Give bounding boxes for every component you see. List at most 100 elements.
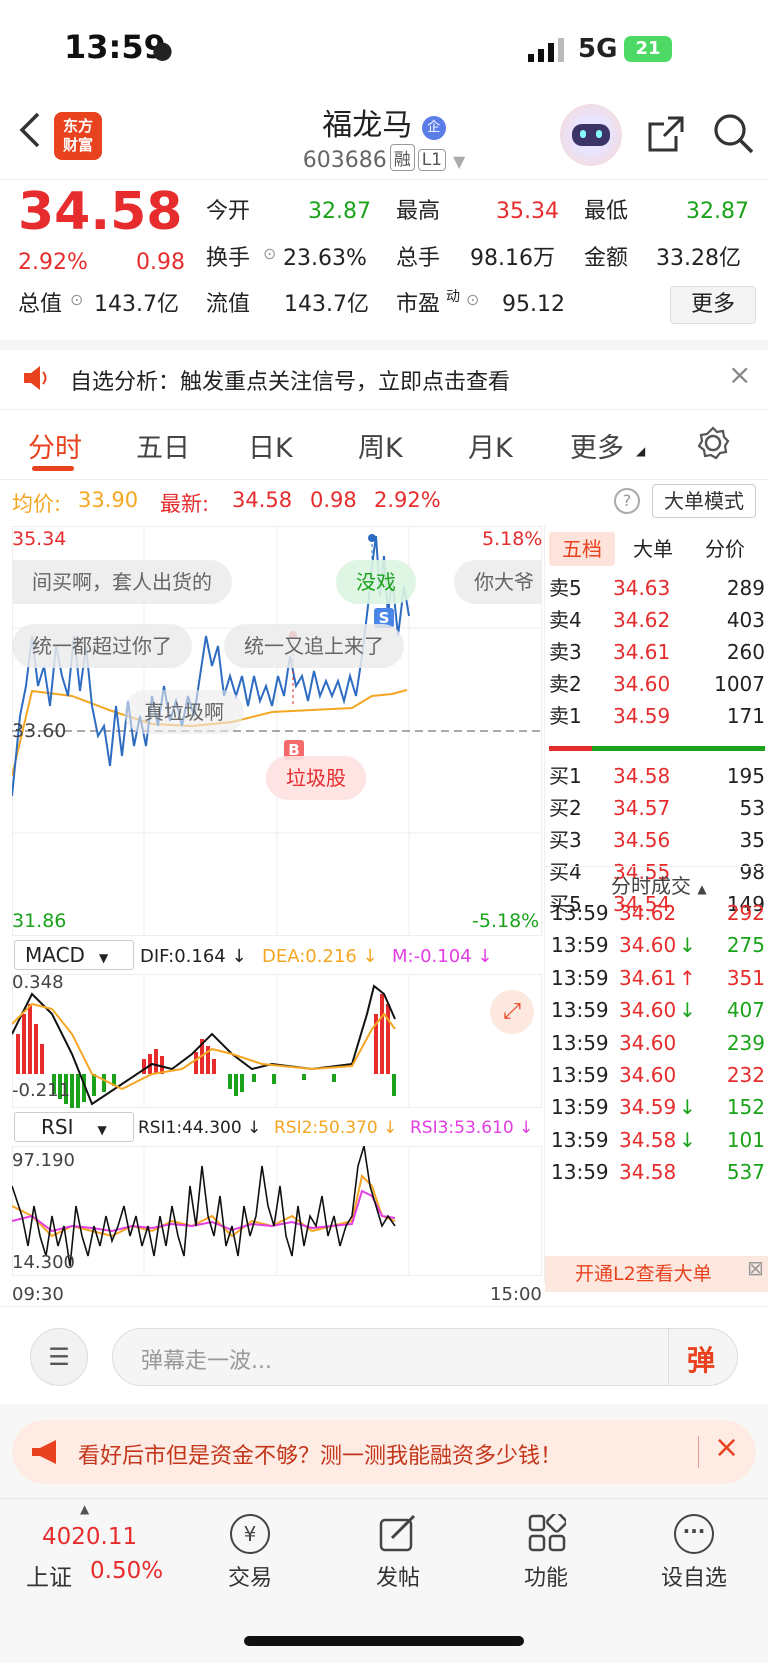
bid-ask-ratio-bar	[549, 746, 765, 751]
search-icon[interactable]	[712, 112, 756, 156]
level-price: 34.57	[613, 796, 671, 820]
bid-row[interactable]: 买3 34.56 35	[549, 824, 765, 856]
rsi1: RSI1:44.300 ↓	[138, 1118, 262, 1138]
danmaku-bubble[interactable]: 垃圾股	[266, 756, 366, 800]
low-label: 最低	[584, 199, 629, 224]
collapse-arrow-icon[interactable]: ▲	[80, 1502, 89, 1516]
caret-icon: ◢	[636, 444, 646, 458]
info-dots-icon[interactable]: ⊙	[466, 290, 479, 309]
level-price: 34.58	[613, 764, 671, 788]
index-name[interactable]: 上证	[26, 1558, 72, 1592]
info-change: 0.98	[310, 488, 357, 512]
nav-trade[interactable]: ¥ 交易	[190, 1506, 310, 1606]
level-label: 买1	[549, 764, 582, 788]
pct-high-label: 5.18%	[482, 528, 543, 550]
ask-row[interactable]: 卖2 34.60 1007	[549, 668, 765, 700]
bid-row[interactable]: 买2 34.57 53	[549, 792, 765, 824]
y-high-label: 35.34	[12, 528, 67, 550]
dropdown-icon[interactable]: ▼	[453, 152, 465, 171]
pe-sup: 动	[446, 289, 460, 305]
level-tag: L1	[417, 149, 446, 171]
open-label: 今开	[206, 199, 251, 224]
open-value: 32.87	[308, 199, 371, 224]
time-end-label: 15:00	[490, 1284, 542, 1305]
index-pct[interactable]: 0.50%	[90, 1558, 163, 1584]
ask-row[interactable]: 卖3 34.61 260	[549, 636, 765, 668]
rsi2: RSI2:50.370 ↓	[274, 1118, 398, 1138]
danmaku-bubble[interactable]: 间买啊，套人出货的	[12, 560, 232, 604]
signal-icon	[528, 38, 564, 62]
macd-selector[interactable]: MACD ▼	[14, 940, 134, 970]
tick-time: 13:59	[551, 1095, 609, 1120]
index-value[interactable]: 4020.11	[42, 1524, 137, 1550]
level-label: 卖2	[549, 672, 582, 696]
tick-volume: 275	[726, 933, 765, 958]
tab-monthly-k[interactable]: 月K	[468, 426, 513, 465]
open-l2-banner[interactable]: 开通L2查看大单	[545, 1256, 768, 1292]
tab-big-order[interactable]: 大单	[633, 532, 673, 566]
macd-bottom-label: -0.211	[12, 1080, 71, 1101]
info-dots-icon[interactable]: ⊙	[70, 290, 83, 309]
robot-assistant-icon[interactable]	[560, 104, 622, 166]
big-order-mode-button[interactable]: 大单模式	[652, 484, 756, 518]
analysis-banner[interactable]: 自选分析：触发重点关注信号，立即点击查看 ×	[0, 340, 768, 410]
tab-five-day[interactable]: 五日	[136, 426, 190, 465]
danmaku-bubble[interactable]: 统一又追上来了	[224, 624, 404, 668]
last-value: 34.58	[232, 488, 293, 512]
margin-tag: 融	[389, 144, 415, 171]
danmaku-bubble[interactable]: 没戏	[336, 560, 416, 604]
close-icon[interactable]: ×	[714, 1430, 739, 1465]
tick-direction: ↑	[679, 965, 696, 990]
close-icon[interactable]: ×	[728, 358, 751, 391]
danmaku-send-button[interactable]: 弹	[687, 1339, 715, 1379]
level-volume: 403	[726, 608, 765, 632]
danmaku-bubble[interactable]: 你大爷	[454, 560, 542, 604]
share-icon[interactable]	[646, 114, 686, 154]
tab-weekly-k[interactable]: 周K	[358, 426, 403, 465]
ask-row[interactable]: 卖4 34.62 403	[549, 604, 765, 636]
danmaku-settings-icon[interactable]: ☰	[30, 1328, 88, 1386]
settings-gear-icon[interactable]	[696, 426, 730, 460]
level-price: 34.61	[613, 640, 671, 664]
expand-icon[interactable]: ⤢	[490, 990, 534, 1034]
tab-level5[interactable]: 五档	[549, 532, 615, 566]
info-dots-icon[interactable]: ⊙	[263, 244, 276, 263]
promo-banner[interactable]: 看好后市但是资金不够？测一测我能融资多少钱！ ×	[12, 1420, 756, 1484]
level-label: 卖4	[549, 608, 582, 632]
tab-daily-k[interactable]: 日K	[248, 426, 293, 465]
tick-row: 13:59 34.60 ↓ 407	[551, 993, 765, 1027]
tick-volume: 101	[726, 1127, 765, 1152]
tick-time: 13:59	[551, 1160, 609, 1185]
tab-intraday[interactable]: 分时	[28, 426, 82, 465]
danmaku-bubble[interactable]: 真垃圾啊	[124, 690, 244, 734]
help-icon[interactable]: ?	[614, 488, 640, 514]
bid-row[interactable]: 买1 34.58 195	[549, 760, 765, 792]
macd-top-label: 0.348	[12, 972, 64, 993]
level-volume: 35	[739, 828, 765, 852]
speaker-icon	[24, 366, 47, 390]
macd-chart	[12, 974, 542, 1108]
ask-row[interactable]: 卖5 34.63 289	[549, 572, 765, 604]
home-indicator[interactable]	[244, 1636, 524, 1646]
comment-input[interactable]: 弹幕走一波... 弹	[112, 1328, 738, 1386]
close-icon[interactable]: ⊠	[747, 1256, 764, 1280]
level-price: 34.56	[613, 828, 671, 852]
more-button[interactable]: 更多	[670, 286, 756, 324]
last-label: 最新:	[160, 492, 210, 516]
rsi-selector[interactable]: RSI ▼	[14, 1112, 134, 1142]
tick-row: 13:59 34.60 232	[551, 1058, 765, 1092]
rsi-chart	[12, 1146, 542, 1276]
tab-more[interactable]: 更多	[570, 426, 624, 465]
nav-post[interactable]: 发帖	[338, 1506, 458, 1606]
danmaku-bubble[interactable]: 统一都超过你了	[12, 624, 192, 668]
ask-row[interactable]: 卖1 34.59 171	[549, 700, 765, 732]
tab-price-dist[interactable]: 分价	[705, 532, 745, 566]
avg-value: 33.90	[78, 488, 139, 512]
tick-price: 34.58	[619, 1160, 677, 1185]
nav-function[interactable]: 功能	[486, 1506, 606, 1606]
tick-direction: ↓	[679, 1095, 696, 1120]
nav-add-watchlist[interactable]: ··· 设自选	[634, 1506, 754, 1606]
tick-time: 13:59	[551, 998, 609, 1023]
status-bar: 13:59 ● 5G 21	[0, 0, 768, 100]
macd-m: M:-0.104 ↓	[392, 946, 493, 967]
